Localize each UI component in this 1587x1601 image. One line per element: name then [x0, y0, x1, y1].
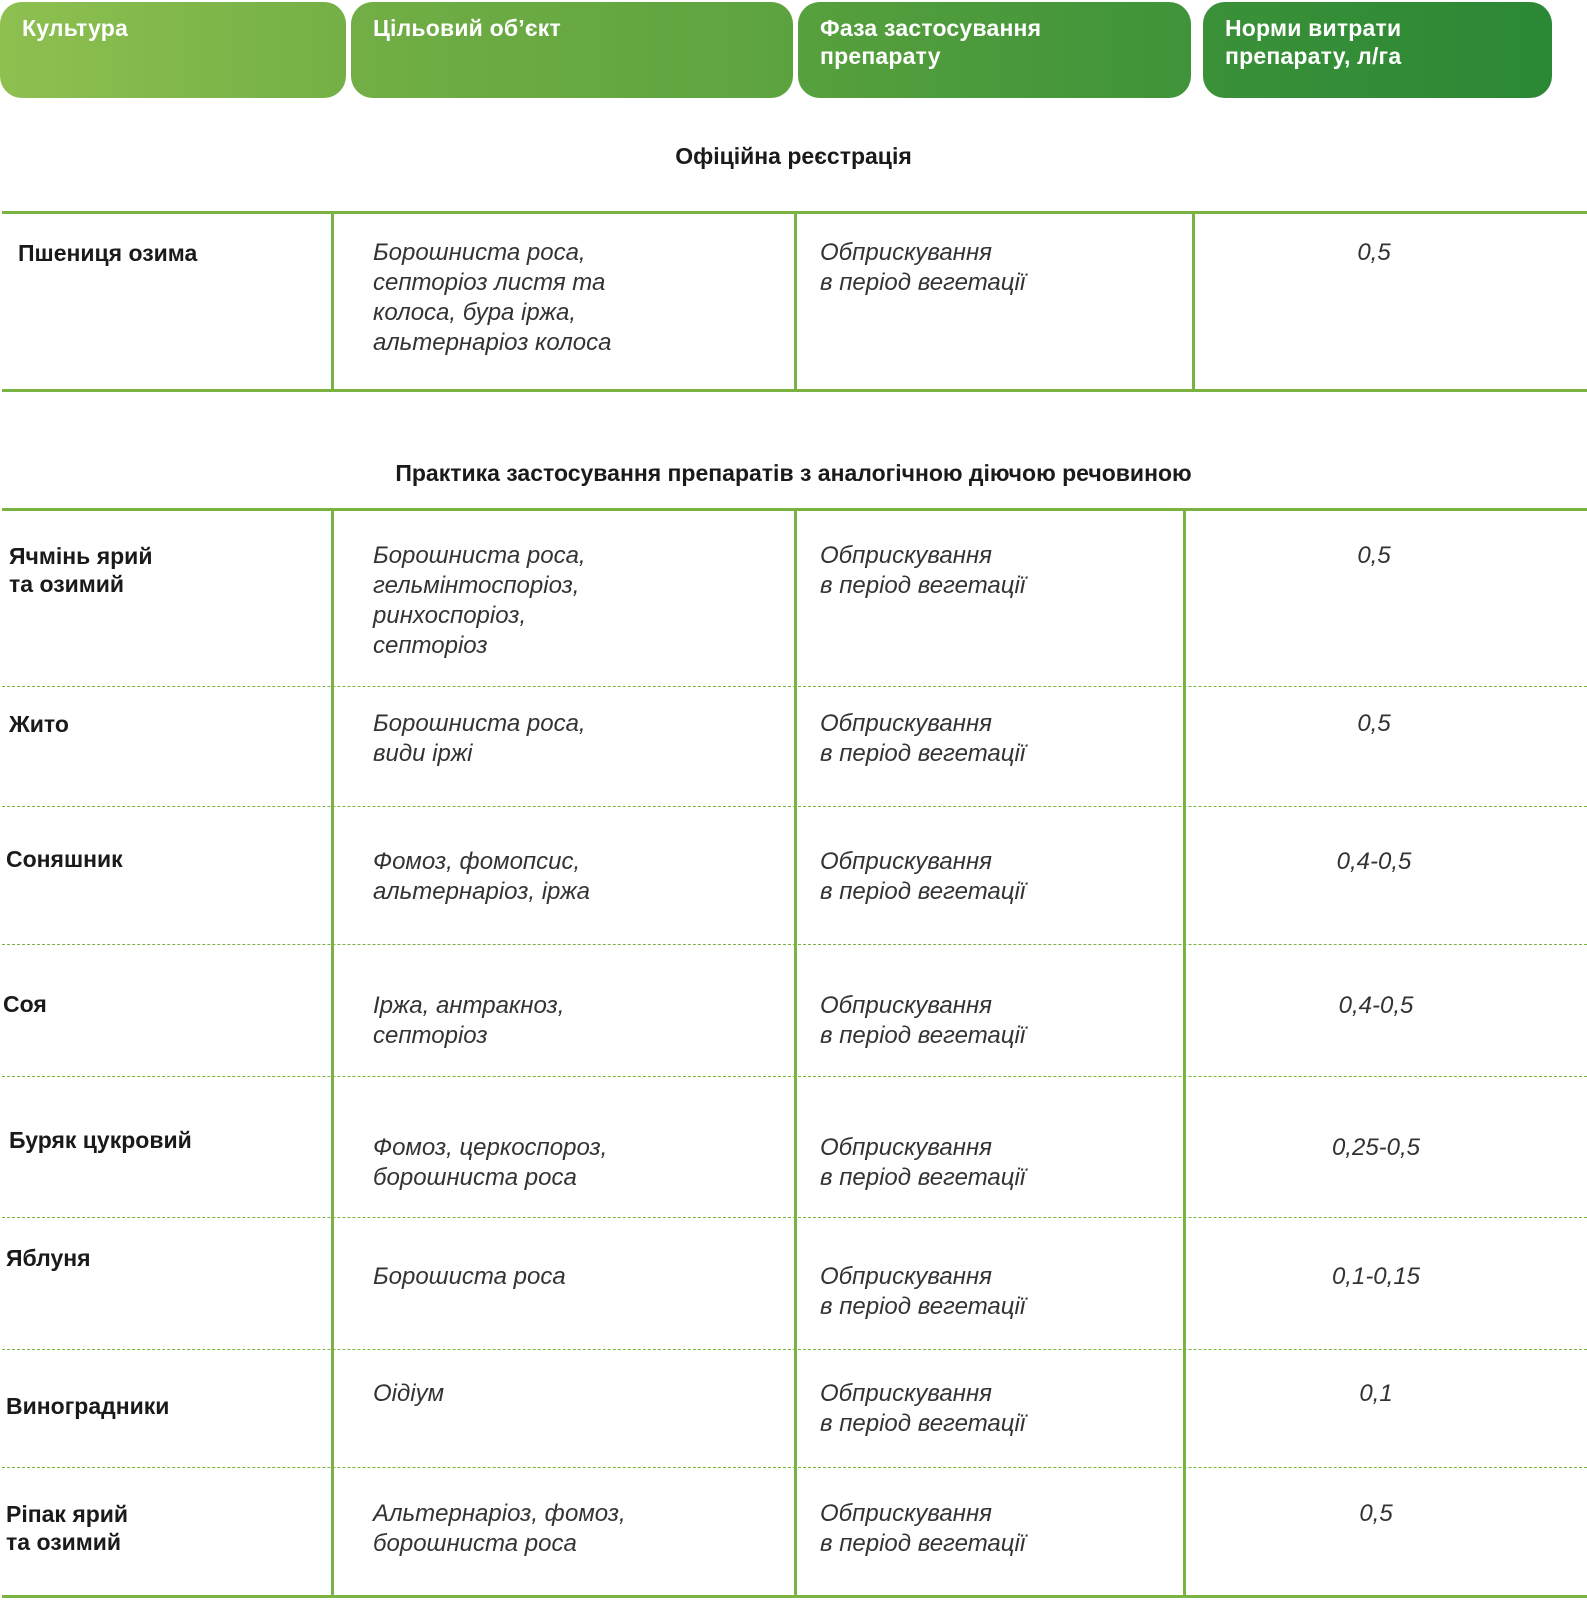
table-row-phase: Обприскування в період вегетації [820, 541, 1025, 601]
table-row-target: Борошниста роса, види іржі [373, 709, 586, 769]
rate-value: 0,5 [1357, 239, 1391, 266]
row-divider [2, 1076, 1587, 1077]
table-row-phase: Обприскування в період вегетації [820, 1262, 1025, 1322]
table-row-phase: Обприскування в період вегетації [820, 1379, 1025, 1439]
row-divider [2, 944, 1587, 945]
crop-name: Ячмінь ярий та озимий [9, 543, 153, 597]
phase-text: Обприскування в період вегетації [820, 1134, 1026, 1191]
column-divider [1192, 211, 1195, 391]
crop-name: Жито [9, 711, 69, 737]
rate-value: 0,1-0,15 [1331, 1263, 1421, 1290]
phase-text: Обприскування в період вегетації [820, 848, 1026, 905]
target-text: Іржа, антракноз, септоріоз [373, 992, 565, 1049]
header-rate: Норми витрати препарату, л/га [1203, 2, 1552, 98]
table-row-phase: Обприскування в період вегетації [820, 1499, 1025, 1559]
table-row-target: Борошниста роса, септоріоз листя та коло… [373, 238, 611, 358]
target-text: Фомоз, фомопсис, альтернаріоз, іржа [373, 848, 590, 905]
table-row-rate: 0,1 [1276, 1379, 1476, 1409]
section-title-practice: Практика застосування препаратів з анало… [395, 460, 1192, 486]
column-divider [1183, 508, 1186, 1598]
table-row-target: Фомоз, церкоспороз, борошниста роса [373, 1133, 607, 1193]
table-row-crop: Соняшник [6, 845, 123, 873]
table-row-crop: Буряк цукровий [9, 1126, 192, 1154]
row-divider [2, 806, 1587, 807]
table-row-crop: Ріпак ярий та озимий [6, 1500, 128, 1556]
target-text: Оідіум [373, 1380, 445, 1407]
crop-name: Соняшник [6, 846, 123, 872]
table-row-rate: 0,4-0,5 [1274, 847, 1474, 877]
table-row-target: Борошиста роса [373, 1262, 566, 1292]
row-divider [2, 1217, 1587, 1218]
table-row-crop: Виноградники [6, 1392, 169, 1420]
rate-value: 0,1 [1359, 1380, 1393, 1407]
crop-name: Виноградники [6, 1393, 170, 1419]
table-row-rate: 0,5 [1274, 709, 1474, 739]
target-text: Альтернаріоз, фомоз, борошниста роса [373, 1500, 626, 1557]
target-text: Фомоз, церкоспороз, борошниста роса [373, 1134, 608, 1191]
phase-text: Обприскування в період вегетації [820, 239, 1026, 296]
crop-name: Пшениця озима [18, 240, 198, 266]
table-row-phase: Обприскування в період вегетації [820, 991, 1025, 1051]
rate-value: 0,4-0,5 [1338, 992, 1414, 1019]
table-row-phase: Обприскування в період вегетації [820, 1133, 1025, 1193]
crop-name: Ріпак ярий та озимий [6, 1501, 129, 1555]
table-row-rate: 0,5 [1274, 238, 1474, 268]
crop-name: Буряк цукровий [9, 1127, 192, 1153]
table-row-phase: Обприскування в період вегетації [820, 709, 1025, 769]
header-target: Цільовий об’єкт [351, 2, 793, 98]
rate-value: 0,5 [1357, 542, 1391, 569]
table-row-crop: Пшениця озима [18, 239, 197, 267]
rate-value: 0,5 [1359, 1500, 1393, 1527]
table-row-crop: Жито [9, 710, 69, 738]
phase-text: Обприскування в період вегетації [820, 1263, 1026, 1320]
target-text: Борошиста роса [373, 1263, 566, 1290]
table-row-crop: Соя [3, 990, 47, 1018]
column-divider [794, 508, 797, 1598]
rate-value: 0,4-0,5 [1336, 848, 1412, 875]
crop-name: Соя [3, 991, 47, 1017]
header-phase-label: Фаза застосування препарату [820, 15, 1042, 69]
phase-text: Обприскування в період вегетації [820, 1380, 1026, 1437]
table-row-crop: Яблуня [6, 1244, 91, 1272]
row-divider [2, 1349, 1587, 1350]
crop-name: Яблуня [6, 1245, 91, 1271]
phase-text: Обприскування в період вегетації [820, 992, 1026, 1049]
target-text: Борошниста роса, види іржі [373, 710, 586, 767]
table-row-target: Фомоз, фомопсис, альтернаріоз, іржа [373, 847, 590, 907]
table-row-target: Оідіум [373, 1379, 444, 1409]
table-row-rate: 0,1-0,15 [1276, 1262, 1476, 1292]
table-row-crop: Ячмінь ярий та озимий [9, 542, 152, 598]
column-divider [331, 508, 334, 1598]
header-culture: Культура [0, 2, 346, 98]
header-phase: Фаза застосування препарату [798, 2, 1191, 98]
section-title-official: Офіційна реєстрація [675, 143, 912, 169]
phase-text: Обприскування в період вегетації [820, 1500, 1026, 1557]
table-row-rate: 0,5 [1276, 1499, 1476, 1529]
target-text: Борошниста роса, септоріоз листя та коло… [373, 239, 612, 356]
column-divider [794, 211, 797, 391]
header-rate-label: Норми витрати препарату, л/га [1225, 15, 1402, 69]
table-row-target: Альтернаріоз, фомоз, борошниста роса [373, 1499, 626, 1559]
table-row-target: Борошниста роса, гельмінтоспоріоз, ринхо… [373, 541, 586, 661]
table-row-phase: Обприскування в період вегетації [820, 847, 1025, 907]
table-row-target: Іржа, антракноз, септоріоз [373, 991, 564, 1051]
column-divider [331, 211, 334, 391]
table-row-rate: 0,4-0,5 [1276, 991, 1476, 1021]
table-row-rate: 0,5 [1274, 541, 1474, 571]
table-row-phase: Обприскування в період вегетації [820, 238, 1025, 298]
rate-value: 0,5 [1357, 710, 1391, 737]
row-divider [2, 686, 1587, 687]
table-row-rate: 0,25-0,5 [1276, 1133, 1476, 1163]
target-text: Борошниста роса, гельмінтоспоріоз, ринхо… [373, 542, 586, 659]
phase-text: Обприскування в період вегетації [820, 710, 1026, 767]
header-target-label: Цільовий об’єкт [373, 15, 561, 41]
rate-value: 0,25-0,5 [1331, 1134, 1421, 1161]
header-culture-label: Культура [22, 15, 129, 41]
row-divider [2, 1467, 1587, 1468]
phase-text: Обприскування в період вегетації [820, 542, 1026, 599]
